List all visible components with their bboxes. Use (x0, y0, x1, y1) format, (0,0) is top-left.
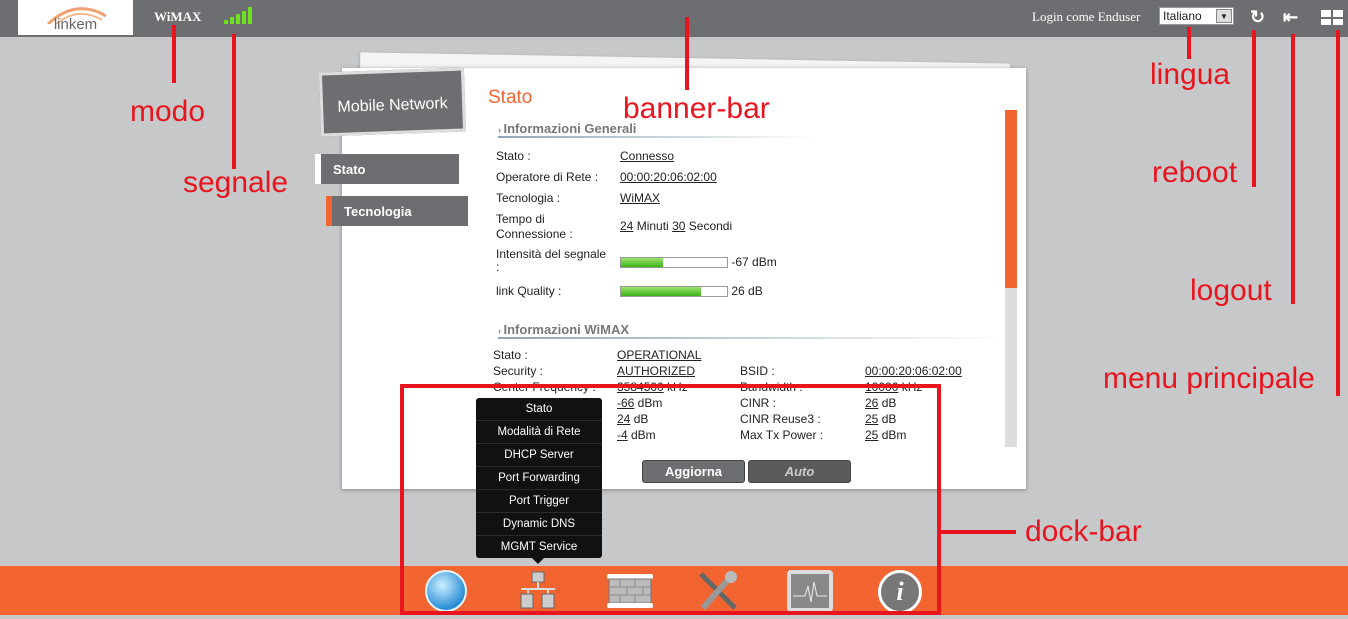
signal-strength: -67 dBm (620, 255, 777, 269)
annotation-modo: modo (130, 95, 206, 128)
minutes-unit: Minuti (636, 219, 669, 233)
section-heading: Informazioni Generali (503, 121, 637, 136)
wimax-label: Stato : (493, 348, 528, 362)
annotation-line (685, 17, 689, 90)
language-select[interactable]: Italiano ▼ (1159, 7, 1234, 25)
seconds: 30 (672, 219, 686, 233)
mobile-network-badge: Mobile Network (318, 67, 467, 137)
wimax-value[interactable]: 00:00:20:06:02:00 (865, 364, 962, 378)
wimax-value-cell: OPERATIONAL (617, 348, 701, 362)
annotation-line (232, 34, 236, 169)
wimax-label: BSID : (740, 364, 775, 378)
label: Stato : (496, 149, 531, 163)
banner-bar (0, 0, 1348, 37)
main-menu-icon[interactable] (1321, 10, 1343, 25)
seconds-unit: Secondi (688, 219, 733, 233)
mode-label: WiMAX (154, 9, 202, 24)
wimax-value-cell: AUTHORIZED (617, 364, 695, 378)
link-quality: 26 dB (620, 284, 763, 298)
annotation-logout: logout (1190, 274, 1272, 307)
chevron-down-icon: ▼ (1216, 9, 1232, 23)
value-link[interactable]: Connesso (620, 149, 674, 163)
annotation-line (172, 25, 176, 83)
annotation-banner: banner-bar (623, 92, 770, 125)
annotation-reboot: reboot (1152, 156, 1238, 189)
wimax-row: Stato : (493, 348, 528, 362)
logo-text: linkem (53, 16, 98, 33)
label: Intensità del segnale : (496, 247, 607, 274)
annotation-line (1291, 34, 1295, 304)
annotation-segnale: segnale (183, 166, 289, 199)
scrollbar[interactable] (1005, 110, 1017, 447)
quality-bar (620, 286, 728, 298)
annotation-dock: dock-bar (1025, 515, 1142, 548)
label: Operatore di Rete : (496, 170, 599, 184)
annotation-line (1252, 30, 1256, 187)
sidebar-item-stato[interactable]: Stato (315, 154, 459, 184)
wimax-row: BSID : (740, 364, 775, 378)
dock-annotation-box (400, 384, 941, 615)
section-heading: Informazioni WiMAX (503, 322, 630, 337)
annotation-line (1187, 27, 1191, 59)
annotation-lingua: lingua (1150, 58, 1231, 91)
wimax-value[interactable]: OPERATIONAL (617, 348, 701, 362)
page-title: Stato (488, 87, 533, 108)
minutes: 24 (620, 219, 634, 233)
linkem-logo[interactable]: linkem (18, 0, 133, 35)
label: Tempo di Connessione : (496, 212, 573, 241)
language-value: Italiano (1163, 9, 1202, 23)
section-wimax: › Informazioni WiMAX (498, 322, 1008, 339)
connection-time: 24 Minuti 30 Secondi (620, 219, 732, 233)
value-link[interactable]: WiMAX (620, 191, 660, 205)
label: link Quality : (496, 284, 562, 298)
annotation-menu: menu principale (1103, 362, 1315, 395)
wimax-label: Security : (493, 364, 544, 378)
wimax-value[interactable]: AUTHORIZED (617, 364, 695, 378)
signal-bar (620, 257, 728, 269)
logout-icon[interactable]: ⇤ (1283, 7, 1298, 28)
bottom-strip (0, 615, 1348, 619)
sidebar-item-tecnologia[interactable]: Tecnologia (326, 196, 468, 226)
wimax-row: Security : (493, 364, 543, 378)
value-link[interactable]: 00:00:20:06:02:00 (620, 170, 717, 184)
quality-value: 26 dB (731, 284, 763, 298)
label: Tecnologia : (496, 191, 561, 205)
annotation-line (941, 530, 1016, 534)
scroll-thumb[interactable] (1005, 110, 1017, 288)
annotation-line (1336, 30, 1340, 396)
reboot-icon[interactable]: ↻ (1250, 7, 1265, 28)
wimax-value-cell: 00:00:20:06:02:00 (865, 364, 962, 378)
signal-value: -67 dBm (731, 255, 777, 269)
signal-icon (224, 7, 252, 24)
login-status: Login come Enduser (1032, 9, 1141, 24)
